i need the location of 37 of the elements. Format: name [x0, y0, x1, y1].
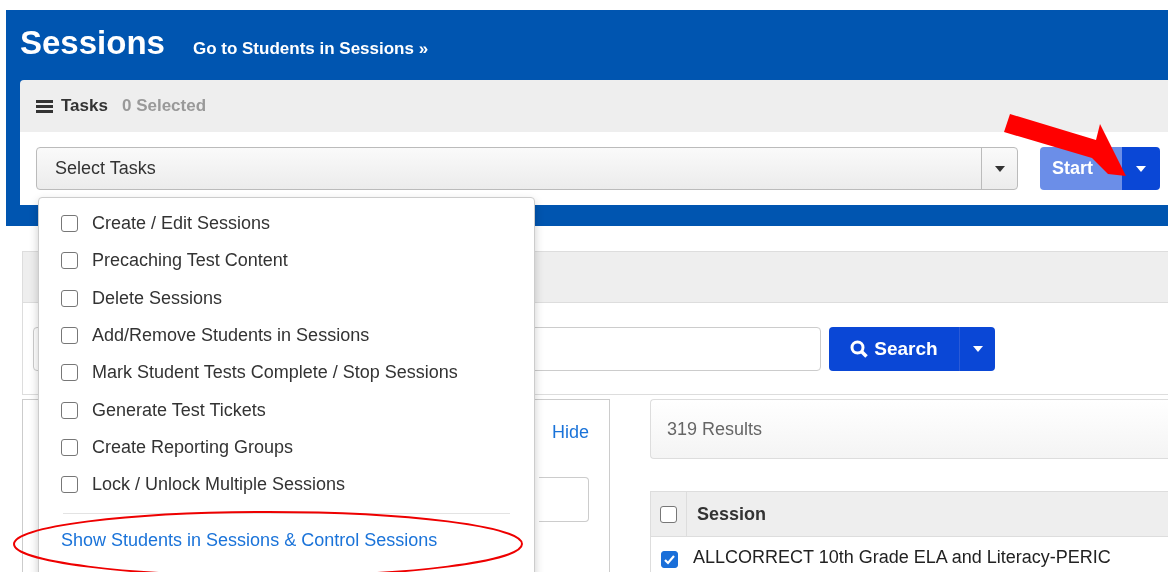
task-checkbox[interactable] — [61, 289, 78, 307]
page-title: Sessions — [20, 24, 165, 62]
filter-field[interactable] — [539, 477, 589, 522]
select-all-checkbox[interactable] — [660, 505, 677, 523]
search-button[interactable]: Search — [829, 326, 959, 371]
arrow-icon — [1004, 112, 1128, 178]
task-checkbox[interactable] — [61, 364, 78, 382]
caret-icon — [1136, 165, 1146, 172]
task-checkbox[interactable] — [61, 476, 78, 494]
students-in-sessions-link[interactable]: Go to Students in Sessions » — [192, 39, 429, 59]
results-count: 319 Results — [667, 418, 763, 440]
task-label[interactable]: Delete Sessions — [92, 287, 223, 309]
caret-icon — [972, 345, 983, 352]
task-label[interactable]: Create Reporting Groups — [92, 436, 294, 458]
column-header[interactable]: Session — [687, 492, 767, 536]
task-label[interactable]: Add/Remove Students in Sessions — [92, 325, 370, 347]
tasks-title: Tasks — [61, 96, 108, 116]
task-checkbox[interactable] — [61, 438, 78, 456]
task-label[interactable]: Generate Test Tickets — [92, 399, 266, 421]
task-label[interactable]: Lock / Unlock Multiple Sessions — [92, 474, 346, 496]
search-icon — [850, 339, 869, 358]
task-checkbox[interactable] — [61, 215, 78, 233]
start-menu-button[interactable] — [1122, 147, 1160, 190]
hide-link[interactable]: Hide — [551, 422, 589, 443]
selected-count: 0 Selected — [121, 96, 207, 116]
task-checkbox[interactable] — [61, 401, 78, 419]
row-checkbox[interactable] — [660, 550, 678, 568]
select-tasks-dropdown[interactable]: Select Tasks — [36, 147, 1018, 190]
task-checkbox[interactable] — [61, 327, 78, 345]
task-label[interactable]: Mark Student Tests Complete / Stop Sessions — [92, 362, 458, 384]
caret-icon — [994, 165, 1005, 172]
task-label[interactable]: Create / Edit Sessions — [92, 213, 271, 235]
task-label[interactable]: Precaching Test Content — [92, 250, 288, 272]
task-checkbox[interactable] — [61, 252, 78, 270]
list-icon — [36, 99, 53, 113]
table-cell-text: ALLCORRECT 10th Grade ELA and Literacy-PERIC — [692, 545, 1111, 569]
search-menu-button[interactable] — [959, 326, 995, 371]
